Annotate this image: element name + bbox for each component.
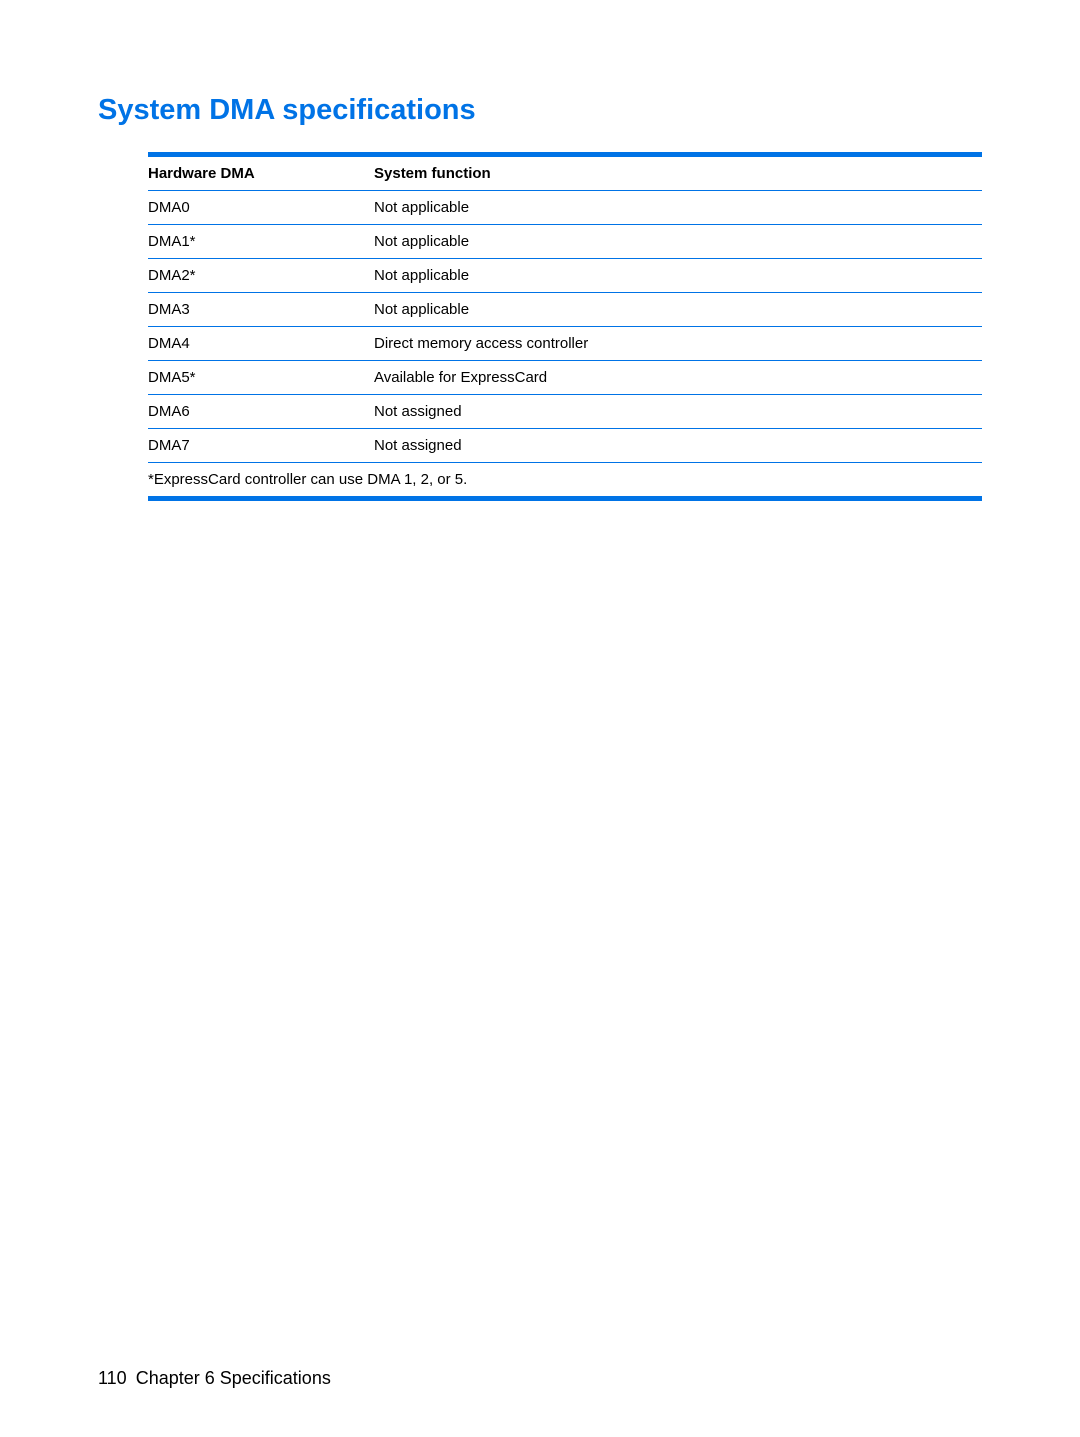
page-content: System DMA specifications Hardware DMA S… <box>0 0 1080 501</box>
cell-function: Available for ExpressCard <box>374 361 982 395</box>
cell-function: Not applicable <box>374 259 982 293</box>
cell-function: Not applicable <box>374 191 982 225</box>
table-row: DMA2* Not applicable <box>148 259 982 293</box>
table-footnote: *ExpressCard controller can use DMA 1, 2… <box>148 463 982 499</box>
table-row: DMA0 Not applicable <box>148 191 982 225</box>
table-row: DMA3 Not applicable <box>148 293 982 327</box>
table-row: DMA7 Not assigned <box>148 429 982 463</box>
cell-hardware: DMA6 <box>148 395 374 429</box>
section-heading: System DMA specifications <box>98 94 982 127</box>
cell-hardware: DMA1* <box>148 225 374 259</box>
page-footer: 110 Chapter 6 Specifications <box>98 1368 331 1389</box>
cell-function: Direct memory access controller <box>374 327 982 361</box>
dma-spec-table: Hardware DMA System function DMA0 Not ap… <box>148 152 982 501</box>
table-header-function: System function <box>374 155 982 191</box>
table-header-hardware: Hardware DMA <box>148 155 374 191</box>
dma-table-body: DMA0 Not applicable DMA1* Not applicable… <box>148 191 982 499</box>
table-row: DMA1* Not applicable <box>148 225 982 259</box>
page-number: 110 <box>98 1368 127 1388</box>
cell-hardware: DMA2* <box>148 259 374 293</box>
cell-function: Not assigned <box>374 429 982 463</box>
table-footnote-row: *ExpressCard controller can use DMA 1, 2… <box>148 463 982 499</box>
cell-hardware: DMA7 <box>148 429 374 463</box>
cell-hardware: DMA3 <box>148 293 374 327</box>
table-row: DMA5* Available for ExpressCard <box>148 361 982 395</box>
table-row: DMA4 Direct memory access controller <box>148 327 982 361</box>
cell-hardware: DMA5* <box>148 361 374 395</box>
cell-function: Not assigned <box>374 395 982 429</box>
cell-hardware: DMA4 <box>148 327 374 361</box>
chapter-label: Chapter 6 Specifications <box>136 1368 331 1388</box>
table-row: DMA6 Not assigned <box>148 395 982 429</box>
cell-hardware: DMA0 <box>148 191 374 225</box>
dma-table-wrapper: Hardware DMA System function DMA0 Not ap… <box>148 152 982 501</box>
cell-function: Not applicable <box>374 293 982 327</box>
cell-function: Not applicable <box>374 225 982 259</box>
